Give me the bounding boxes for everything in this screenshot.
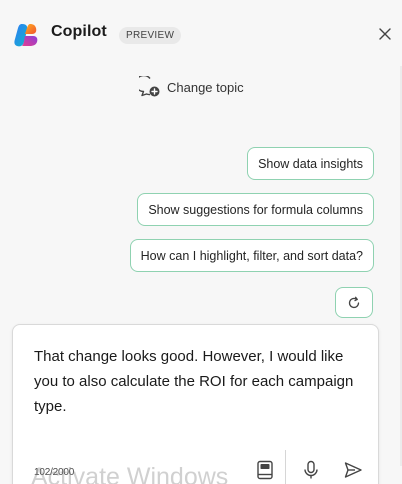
suggestion-chip[interactable]: How can I highlight, filter, and sort da… xyxy=(129,239,374,272)
microphone-button[interactable] xyxy=(299,458,323,482)
refresh-icon xyxy=(348,296,360,308)
message-composer[interactable]: That change looks good. However, I would… xyxy=(12,324,379,484)
chat-add-icon xyxy=(139,76,160,97)
character-count: 102/2000 xyxy=(34,467,75,478)
copilot-logo-icon xyxy=(14,24,38,47)
send-button[interactable] xyxy=(341,458,365,482)
close-button[interactable] xyxy=(374,23,396,45)
header: Copilot PREVIEW xyxy=(0,0,402,66)
send-icon xyxy=(344,462,362,478)
microphone-icon xyxy=(304,460,318,479)
prompt-guide-icon xyxy=(257,460,273,480)
suggestion-chip[interactable]: Show suggestions for formula columns xyxy=(137,193,374,226)
change-topic-label: Change topic xyxy=(167,79,244,95)
close-icon xyxy=(379,28,391,40)
toolbar-divider xyxy=(285,450,286,484)
copilot-panel: Copilot PREVIEW Change topic Show data i… xyxy=(0,0,402,484)
refresh-suggestions-button[interactable] xyxy=(335,287,373,318)
preview-badge: PREVIEW xyxy=(119,27,182,44)
prompt-guide-button[interactable] xyxy=(253,458,277,482)
app-title: Copilot xyxy=(51,23,107,40)
suggestion-chip[interactable]: Show data insights xyxy=(247,147,374,180)
message-input[interactable]: That change looks good. However, I would… xyxy=(34,344,354,419)
change-topic-button[interactable]: Change topic xyxy=(139,76,244,98)
